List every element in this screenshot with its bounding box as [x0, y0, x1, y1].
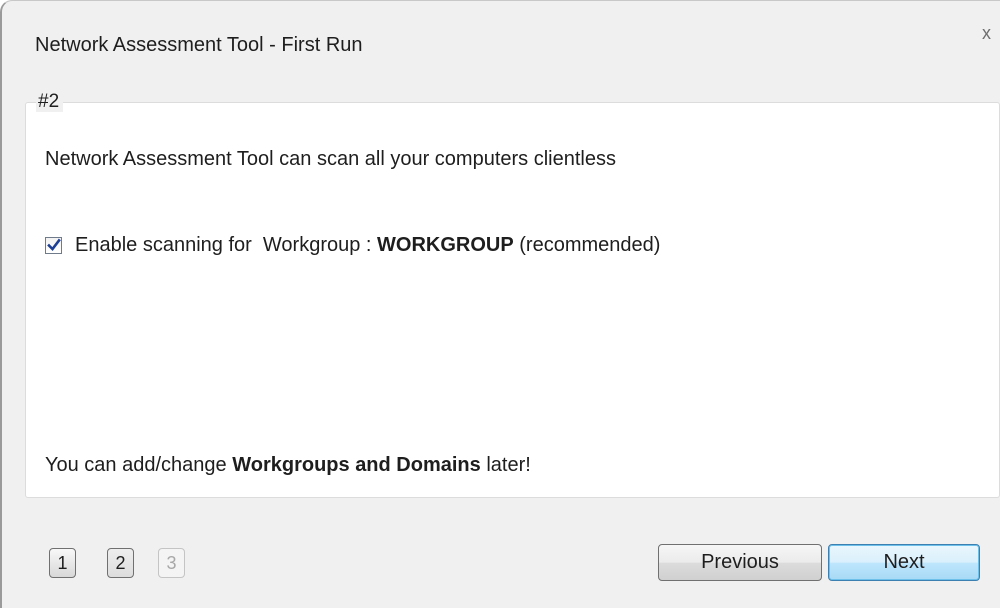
enable-scanning-label[interactable]: Enable scanning for Workgroup : WORKGROU…	[75, 234, 660, 257]
window-title: Network Assessment Tool - First Run	[35, 34, 363, 56]
page-1-button[interactable]: 1	[49, 548, 76, 578]
page-3-button: 3	[158, 548, 185, 578]
page-2-button[interactable]: 2	[107, 548, 134, 578]
footer-note: You can add/change Workgroups and Domain…	[45, 454, 531, 476]
step-number: #2	[36, 92, 64, 112]
scan-description: Network Assessment Tool can scan all you…	[45, 148, 616, 170]
first-run-dialog: Network Assessment Tool - First Run x #2…	[0, 0, 1000, 608]
next-button[interactable]: Next	[828, 544, 980, 581]
close-button[interactable]: x	[982, 23, 991, 44]
enable-scanning-option[interactable]: Enable scanning for Workgroup : WORKGROU…	[45, 233, 660, 257]
previous-button[interactable]: Previous	[658, 544, 822, 581]
enable-scanning-checkbox[interactable]	[45, 236, 62, 254]
workgroup-name: WORKGROUP	[377, 233, 514, 256]
footer-note-emphasis: Workgroups and Domains	[232, 454, 481, 476]
checkmark-icon	[47, 238, 61, 251]
